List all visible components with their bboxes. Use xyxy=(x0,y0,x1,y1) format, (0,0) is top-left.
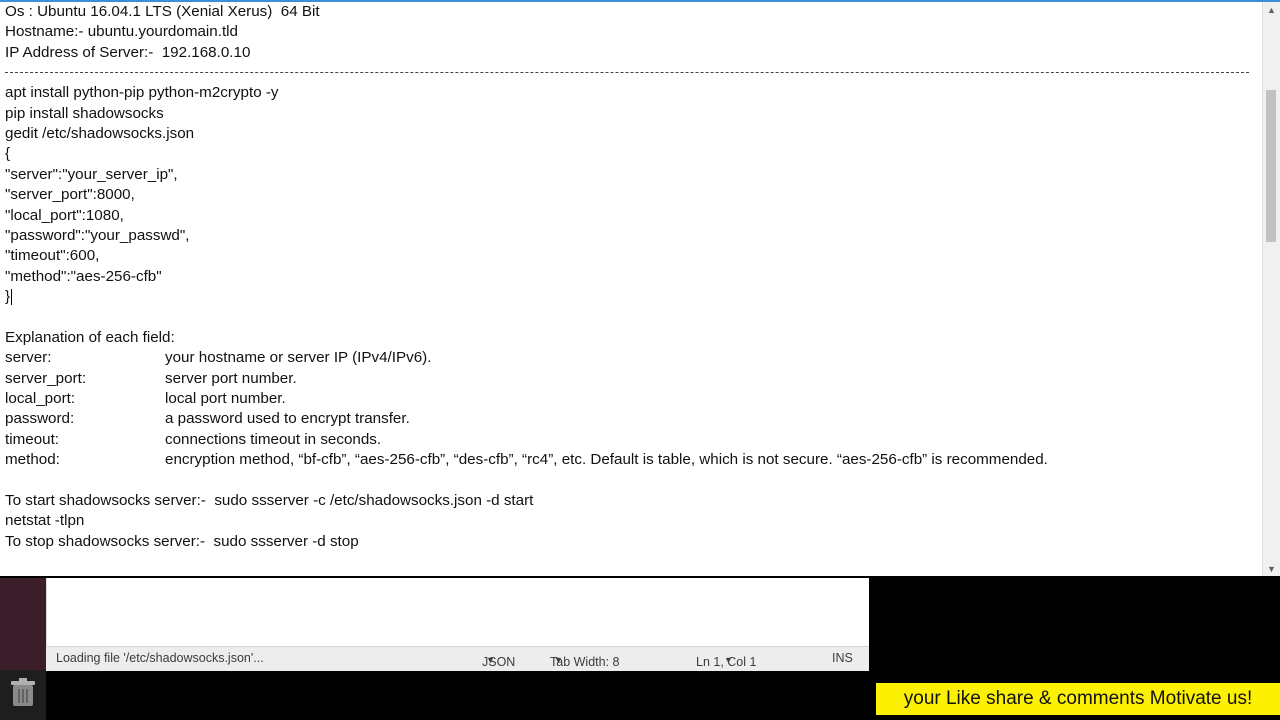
field-row-timeout: timeout: connections timeout in seconds. xyxy=(5,430,1260,450)
header-line-ip: IP Address of Server:- 192.168.0.10 xyxy=(5,43,251,61)
field-key: server_port: xyxy=(5,369,87,387)
loading-status: Loading file '/etc/shadowsocks.json'... xyxy=(56,651,264,665)
json-line: "method":"aes-256-cfb" xyxy=(5,267,162,285)
chevron-down-icon: ▼ xyxy=(724,655,733,665)
command-line: apt install python-pip python-m2crypto -… xyxy=(5,84,279,102)
field-desc: local port number. xyxy=(165,390,286,408)
gedit-statusbar: Loading file '/etc/shadowsocks.json'... … xyxy=(46,646,869,671)
unity-launcher xyxy=(0,578,46,720)
field-key: server: xyxy=(5,349,52,367)
insert-mode-indicator: INS xyxy=(832,651,853,665)
json-line: "server":"your_server_ip", xyxy=(5,165,178,183)
field-key: password: xyxy=(5,410,75,428)
command-line: pip install shadowsocks xyxy=(5,104,164,122)
json-line: "server_port":8000, xyxy=(5,186,135,204)
json-line: "password":"your_passwd", xyxy=(5,226,190,244)
text-cursor xyxy=(11,289,13,306)
json-line: "timeout":600, xyxy=(5,247,100,265)
scrollbar-thumb[interactable] xyxy=(1266,90,1276,242)
field-row-server-port: server_port: server port number. xyxy=(5,369,1260,389)
command-line: gedit /etc/shadowsocks.json xyxy=(5,124,195,142)
field-row-server: server: your hostname or server IP (IPv4… xyxy=(5,348,1260,368)
header-line-hostname: Hostname:- ubuntu.yourdomain.tld xyxy=(5,23,239,41)
header-line-os: Os : Ubuntu 16.04.1 LTS (Xenial Xerus) 6… xyxy=(5,3,320,20)
field-desc: a password used to encrypt transfer. xyxy=(165,410,410,428)
dashed-separator xyxy=(5,72,1249,74)
field-desc: encryption method, “bf-cfb”, “aes-256-cf… xyxy=(165,451,1048,469)
field-key: local_port: xyxy=(5,390,76,408)
document-text: Os : Ubuntu 16.04.1 LTS (Xenial Xerus) 6… xyxy=(5,2,1260,552)
vertical-scrollbar[interactable]: ▲ ▼ xyxy=(1262,2,1280,576)
document-viewer: Os : Ubuntu 16.04.1 LTS (Xenial Xerus) 6… xyxy=(0,0,1280,576)
scroll-up-icon[interactable]: ▲ xyxy=(1263,2,1280,19)
launcher-active-area xyxy=(0,578,46,670)
field-desc: server port number. xyxy=(165,369,297,387)
field-key: method: xyxy=(5,451,60,469)
trash-icon[interactable] xyxy=(10,678,36,708)
stop-server-line: To stop shadowsocks server:- sudo ssserv… xyxy=(5,532,359,550)
field-key: timeout: xyxy=(5,430,60,448)
field-row-password: password: a password used to encrypt tra… xyxy=(5,409,1260,429)
chevron-down-icon: ▼ xyxy=(486,655,495,665)
field-desc: your hostname or server IP (IPv4/IPv6). xyxy=(165,349,432,367)
netstat-line: netstat -tlpn xyxy=(5,512,85,530)
json-line: "local_port":1080, xyxy=(5,206,124,224)
chevron-down-icon: ▼ xyxy=(554,655,563,665)
json-line-closing[interactable]: } xyxy=(5,287,1260,307)
field-row-method: method: encryption method, “bf-cfb”, “ae… xyxy=(5,450,1260,470)
gedit-window: Loading file '/etc/shadowsocks.json'... … xyxy=(46,578,870,671)
explanation-title: Explanation of each field: xyxy=(5,328,175,346)
empty-desktop-area xyxy=(869,578,1280,670)
field-desc: connections timeout in seconds. xyxy=(165,430,382,448)
start-server-line: To start shadowsocks server:- sudo ssser… xyxy=(5,491,534,509)
gedit-editor-area[interactable] xyxy=(46,578,870,646)
field-row-local-port: local_port: local port number. xyxy=(5,389,1260,409)
json-closing-brace: } xyxy=(5,288,11,306)
scroll-down-icon[interactable]: ▼ xyxy=(1263,561,1280,576)
motivation-banner: your Like share & comments Motivate us! xyxy=(876,683,1280,715)
json-line: { xyxy=(5,145,11,163)
